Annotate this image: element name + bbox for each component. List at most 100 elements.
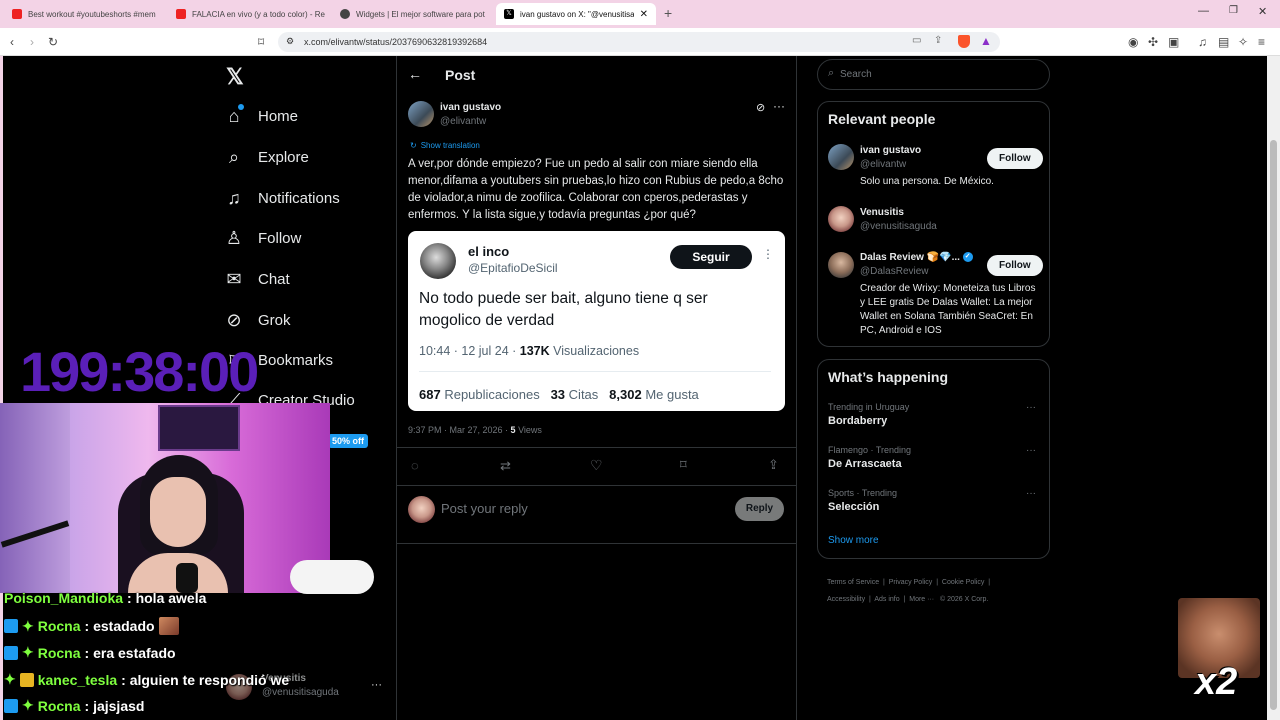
youtube-icon (176, 9, 186, 19)
sparkle-badge-icon: ✦ (22, 644, 34, 660)
leo-ai-icon[interactable]: ✧ (1238, 35, 1248, 49)
search-input[interactable]: ⌕ Search (817, 59, 1050, 90)
nav-label: Explore (258, 149, 309, 166)
scrollbar-thumb[interactable] (1270, 140, 1277, 710)
url-text: x.com/elivantw/status/203769063281939268… (304, 37, 488, 47)
restore-icon[interactable]: ❐ (1229, 5, 1238, 16)
overlay-pill (290, 560, 374, 594)
avatar[interactable] (828, 206, 854, 232)
verified-icon: ✓ (962, 252, 973, 263)
close-window-icon[interactable]: ✕ (1258, 5, 1267, 18)
person-handle[interactable]: @elivantw (860, 159, 906, 170)
follow-button[interactable]: Follow (987, 255, 1043, 276)
trend-context: Flamengo · Trending (828, 445, 912, 455)
more-options-icon[interactable]: ··· (773, 99, 785, 113)
reply-icon[interactable]: ◌ (411, 458, 419, 473)
wallet-icon[interactable]: ▤ (1218, 35, 1229, 49)
person-name[interactable]: ivan gustavo (860, 145, 921, 156)
chat-text: : era estafado (84, 644, 176, 661)
reload-icon[interactable]: ↻ (48, 35, 58, 49)
avatar[interactable] (828, 144, 854, 170)
person-handle[interactable]: @DalasReview (860, 266, 929, 277)
trend-more-icon[interactable]: ··· (1026, 488, 1036, 499)
repost-icon[interactable]: ⇄ (500, 458, 511, 474)
person-name-row[interactable]: Dalas Review 🍞💎... ✓ (860, 252, 973, 263)
my-avatar[interactable] (408, 496, 435, 523)
quoted-meta: 10:44 · 12 jul 24 · 137K Visualizaciones (419, 344, 639, 358)
like-icon[interactable]: ♡ (590, 457, 603, 474)
quoted-follow-button: Seguir (670, 245, 752, 269)
brave-shield-icon[interactable] (958, 35, 970, 48)
footer-link[interactable]: Cookie Policy (942, 579, 984, 586)
address-bar[interactable]: ⚙ x.com/elivantw/status/2037690632819392… (278, 32, 1000, 52)
person-handle[interactable]: @venusitisaguda (860, 221, 937, 232)
close-tab-icon[interactable]: ✕ (640, 9, 648, 20)
nav-explore[interactable]: ⌕ Explore (224, 147, 309, 168)
trend-item[interactable]: Flamengo · Trending De Arrascaeta (828, 445, 911, 470)
trend-item[interactable]: Trending in Uruguay Bordaberry (828, 402, 909, 427)
page-title: Post (445, 67, 476, 83)
reply-input[interactable]: Post your reply (441, 501, 528, 516)
extension-icon[interactable]: ◉ (1128, 35, 1138, 49)
footer-copyright: © 2026 X Corp. (939, 596, 989, 603)
author-handle[interactable]: @elivantw (440, 116, 486, 127)
x-logo-icon[interactable]: 𝕏 (226, 64, 244, 90)
nav-chat[interactable]: ✉ Chat (224, 269, 289, 290)
post-views-label: Views (515, 425, 542, 435)
person-name[interactable]: Venusitis (860, 207, 904, 218)
back-arrow-icon[interactable]: ← (408, 66, 422, 82)
sidebar-icon[interactable]: ▣ (1168, 35, 1179, 49)
brave-rewards-icon[interactable]: ▲ (980, 34, 992, 48)
share-icon[interactable]: ⇪ (934, 35, 942, 46)
browser-tab[interactable]: FALACIA en vivo (y a todo color) - Re (168, 3, 326, 25)
bookmark-icon[interactable]: ⌑ (680, 457, 687, 473)
reply-button[interactable]: Reply (735, 497, 784, 521)
trend-more-icon[interactable]: ··· (1026, 445, 1036, 456)
nav-follow[interactable]: ♙ Follow (224, 228, 301, 249)
show-translation-link[interactable]: ↻ Show translation (410, 141, 480, 150)
quoted-screenshot[interactable]: el inco @EpitafioDeSicil Seguir ⋮ No tod… (408, 231, 785, 411)
new-tab-icon[interactable]: + (664, 5, 672, 21)
browser-tab[interactable]: Widgets | El mejor software para pot (332, 3, 490, 25)
likes-count: 8,302 (609, 387, 642, 402)
site-info-icon[interactable]: ⚙ (286, 36, 294, 47)
footer-link[interactable]: More ··· (909, 596, 934, 603)
show-more-link[interactable]: Show more (828, 535, 879, 546)
avatar[interactable] (828, 252, 854, 278)
nav-grok[interactable]: ⊘ Grok (224, 310, 290, 331)
divider (419, 371, 771, 372)
forward-icon[interactable]: › (30, 35, 34, 49)
account-more-icon[interactable]: ··· (371, 679, 382, 691)
footer-link[interactable]: Terms of Service (827, 579, 879, 586)
footer-link[interactable]: Accessibility (827, 596, 865, 603)
trend-more-icon[interactable]: ··· (1026, 402, 1036, 413)
browser-tab[interactable]: Best workout #youtubeshorts #mem (4, 3, 162, 25)
footer-link[interactable]: Privacy Policy (889, 579, 933, 586)
post-timestamp[interactable]: 9:37 PM · Mar 27, 2026 · (408, 425, 511, 435)
mail-icon: ✉ (226, 269, 242, 289)
footer-link[interactable]: Ads info (874, 596, 899, 603)
menu-icon[interactable]: ≡ (1258, 35, 1265, 49)
trend-item[interactable]: Sports · Trending Selección (828, 488, 897, 513)
avatar[interactable] (408, 101, 434, 127)
account-handle[interactable]: @venusitisaguda (262, 687, 339, 698)
screen-icon[interactable]: ▭ (912, 35, 921, 46)
follow-button[interactable]: Follow (987, 148, 1043, 169)
browser-tab-active[interactable]: 𝕏 ivan gustavo on X: "@venusitisa ✕ (496, 3, 656, 25)
chat-message: ✦ Rocna : era estafado (4, 644, 176, 661)
back-icon[interactable]: ‹ (10, 35, 14, 49)
extensions-puzzle-icon[interactable]: ✣ (1148, 35, 1158, 49)
minimize-icon[interactable]: — (1198, 5, 1209, 17)
tab-label: Widgets | El mejor software para pot (356, 9, 485, 19)
nav-notifications[interactable]: ♫ Notifications (224, 188, 339, 209)
grok-icon[interactable]: ⊘ (756, 101, 765, 114)
bookmark-page-icon[interactable]: ⌑ (258, 35, 264, 49)
nav-home[interactable]: ⌂ Home (224, 104, 298, 127)
reposts-count: 687 (419, 387, 441, 402)
person-bio: Solo una persona. De México. (860, 176, 994, 187)
premium-badge[interactable]: 50% off (328, 434, 369, 448)
tab-label: Best workout #youtubeshorts #mem (28, 9, 156, 19)
author-name[interactable]: ivan gustavo (440, 102, 501, 113)
media-icon[interactable]: ♫ (1198, 35, 1207, 49)
share-icon[interactable]: ⇪ (768, 457, 779, 473)
